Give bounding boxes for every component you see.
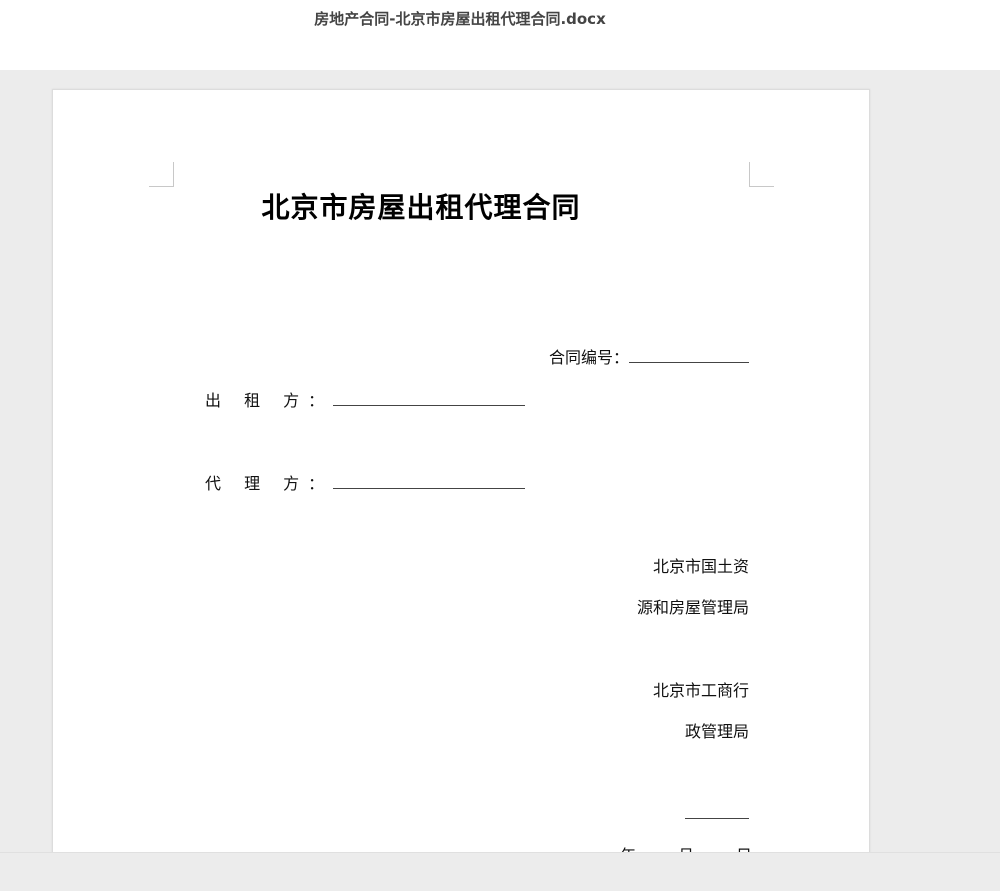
date-month-label: 月 <box>678 842 694 852</box>
document-page: 北京市房屋出租代理合同 合同编号： 出 租 方： 代 理 方： 北京市国土资 源… <box>52 89 870 852</box>
lessor-blank <box>333 391 526 406</box>
date-blank <box>685 818 749 819</box>
date-line: 年月日 <box>620 842 752 852</box>
authority-1-line-1: 北京市国土资 <box>652 557 749 576</box>
authority-2-line-1: 北京市工商行 <box>652 681 749 700</box>
document-viewer[interactable]: 北京市房屋出租代理合同 合同编号： 出 租 方： 代 理 方： 北京市国土资 源… <box>0 70 1000 852</box>
lessor-line: 出 租 方： <box>205 387 526 411</box>
agent-line: 代 理 方： <box>205 470 526 494</box>
margin-marker-top-right <box>749 162 774 187</box>
contract-number-blank <box>629 348 749 363</box>
authority-2-line-2: 政管理局 <box>684 722 749 741</box>
contract-number-line: 合同编号： <box>549 344 749 368</box>
document-title: 北京市房屋出租代理合同 <box>261 191 581 224</box>
date-day-label: 日 <box>736 842 752 852</box>
title-bar: 房地产合同-北京市房屋出租代理合同.docx <box>0 0 1000 70</box>
lessor-label: 出 租 方： <box>205 391 334 410</box>
date-year-label: 年 <box>620 842 636 852</box>
authority-1-line-2: 源和房屋管理局 <box>636 598 749 617</box>
contract-number-label: 合同编号： <box>548 348 629 367</box>
file-name: 房地产合同-北京市房屋出租代理合同.docx <box>314 10 606 28</box>
bottom-bar <box>0 852 1000 891</box>
agent-blank <box>333 474 526 489</box>
agent-label: 代 理 方： <box>205 474 334 493</box>
margin-marker-top-left <box>149 162 174 187</box>
